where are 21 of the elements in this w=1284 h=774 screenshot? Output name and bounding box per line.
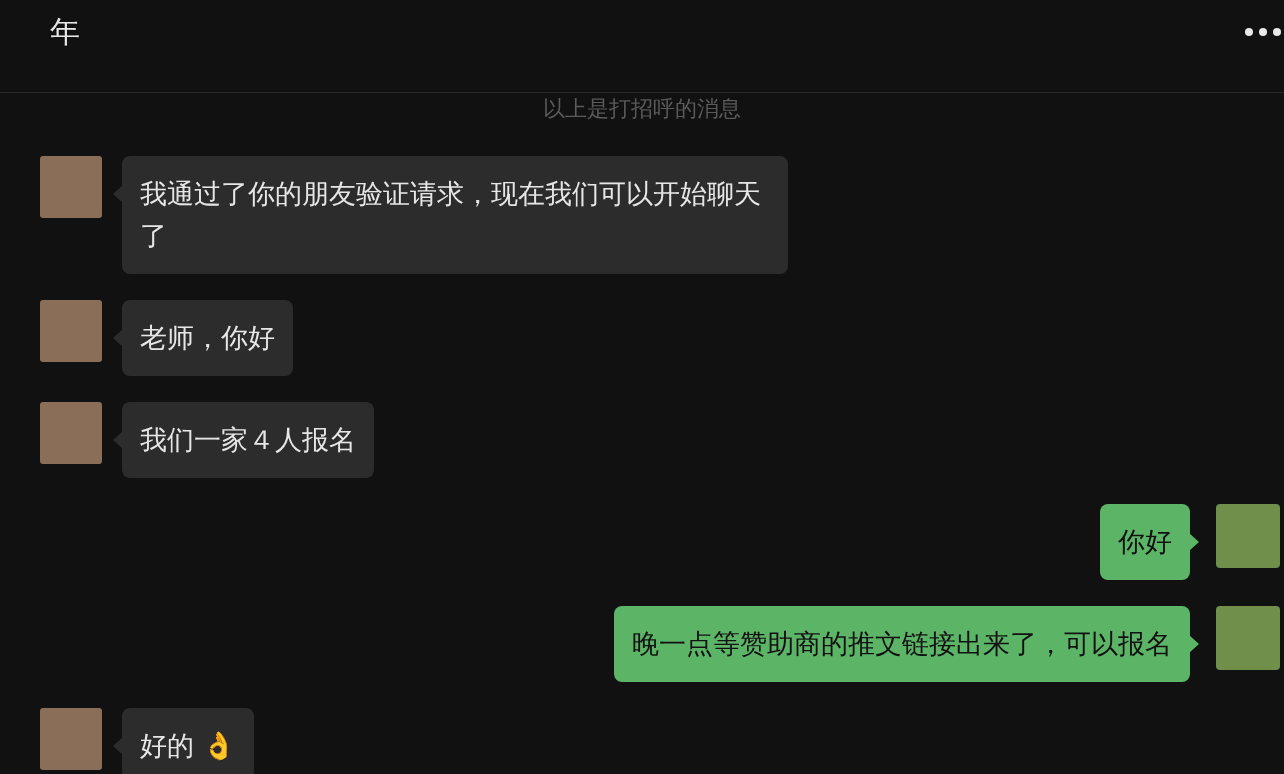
more-icon[interactable] xyxy=(1244,27,1282,37)
pixelated-avatar[interactable] xyxy=(40,708,102,770)
pixelated-avatar[interactable] xyxy=(40,402,102,464)
bubble-tail xyxy=(113,431,123,449)
message-bubble: 好的 👌 xyxy=(122,708,254,774)
message-bubble: 晚一点等赞助商的推文链接出来了，可以报名 xyxy=(614,606,1190,682)
photo-avatar[interactable] xyxy=(1216,504,1280,568)
message-bubble: 我通过了你的朋友验证请求，现在我们可以开始聊天了 xyxy=(122,156,788,274)
message-bubble: 老师，你好 xyxy=(122,300,293,376)
bubble-tail xyxy=(1189,533,1199,551)
message-bubble: 我们一家４人报名 xyxy=(122,402,374,478)
bubble-tail xyxy=(113,185,123,203)
photo-avatar[interactable] xyxy=(1216,606,1280,670)
bubble-tail xyxy=(113,737,123,755)
pixelated-avatar[interactable] xyxy=(40,156,102,218)
bubble-tail xyxy=(1189,635,1199,653)
pixelated-avatar[interactable] xyxy=(40,300,102,362)
bubble-tail xyxy=(113,329,123,347)
chat-title: 年 xyxy=(50,14,80,50)
system-notice: 以上是打招呼的消息 xyxy=(543,95,741,123)
message-bubble: 你好 xyxy=(1100,504,1190,580)
